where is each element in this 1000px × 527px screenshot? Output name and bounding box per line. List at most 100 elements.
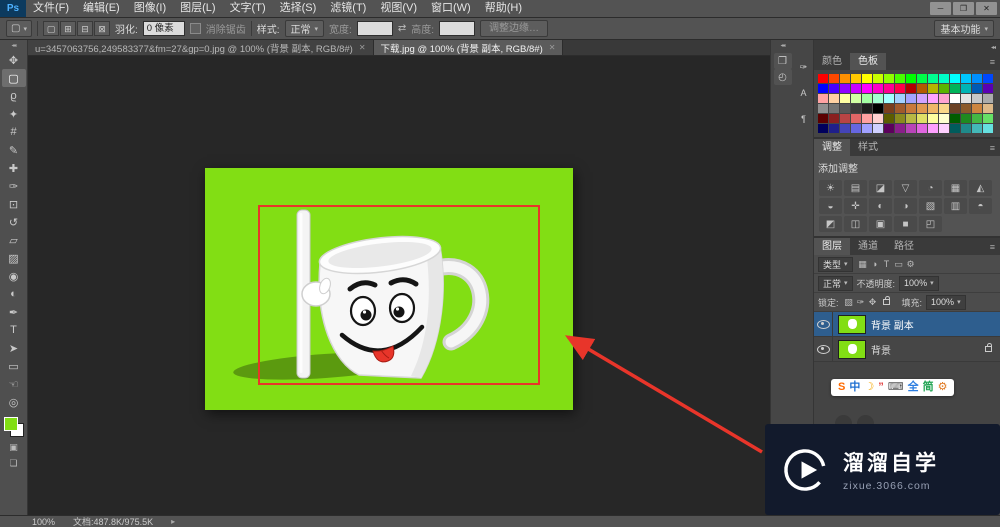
color-swatch[interactable]	[873, 74, 883, 83]
paragraph-panel-icon[interactable]: ¶	[796, 112, 812, 126]
color-swatch[interactable]	[873, 94, 883, 103]
color-swatch[interactable]	[939, 84, 949, 93]
color-swatch[interactable]	[818, 74, 828, 83]
close-icon[interactable]	[549, 42, 556, 53]
close-icon[interactable]	[359, 42, 366, 53]
adjustment-icon[interactable]: ▧	[919, 198, 942, 214]
adjustment-icon[interactable]: ▦	[944, 180, 967, 196]
color-chips[interactable]	[4, 417, 24, 437]
brush-panel-icon[interactable]: ✑	[796, 60, 812, 74]
properties-panel-icon[interactable]: ◴	[774, 69, 792, 85]
color-swatch[interactable]	[950, 74, 960, 83]
sogou-logo-icon[interactable]: S	[838, 379, 845, 396]
color-swatch[interactable]	[862, 74, 872, 83]
workspace-switcher[interactable]: 基本功能 ▾	[934, 20, 994, 37]
eraser-tool[interactable]: ▱	[2, 231, 26, 249]
lock-option-icon[interactable]: ✑	[855, 297, 867, 308]
color-swatch[interactable]	[818, 114, 828, 123]
color-swatch[interactable]	[840, 74, 850, 83]
menu-item[interactable]: 文字(T)	[223, 0, 273, 17]
menu-item[interactable]: 图像(I)	[127, 0, 173, 17]
moon-icon[interactable]: ☽	[864, 379, 874, 396]
color-swatch[interactable]	[895, 84, 905, 93]
quick-selection-tool[interactable]: ✦	[2, 105, 26, 123]
color-swatch[interactable]	[917, 104, 927, 113]
color-swatch[interactable]	[983, 114, 993, 123]
color-swatch[interactable]	[818, 104, 828, 113]
color-swatch[interactable]	[928, 94, 938, 103]
status-expand-icon[interactable]: ▸	[171, 517, 175, 526]
adjustment-icon[interactable]: ◐	[869, 198, 892, 214]
color-swatch[interactable]	[917, 124, 927, 133]
color-swatch[interactable]	[972, 114, 982, 123]
color-swatch[interactable]	[851, 84, 861, 93]
zoom-tool[interactable]: ◎	[2, 393, 26, 411]
adjustment-icon[interactable]: ☀	[819, 180, 842, 196]
color-swatch[interactable]	[950, 94, 960, 103]
color-swatch[interactable]	[939, 114, 949, 123]
color-swatch[interactable]	[851, 114, 861, 123]
menu-item[interactable]: 文件(F)	[26, 0, 76, 17]
rect-marquee-tool[interactable]: ▢	[2, 69, 26, 87]
adjustment-icon[interactable]: ▥	[944, 198, 967, 214]
adjustment-icon[interactable]: ◰	[919, 216, 942, 232]
color-swatch[interactable]	[928, 84, 938, 93]
collapse-toolbar-icon[interactable]: ◂◂	[11, 42, 15, 49]
color-swatch[interactable]	[906, 94, 916, 103]
dodge-tool[interactable]: ◐	[2, 285, 26, 303]
filter-type-icon[interactable]: ▦	[857, 259, 869, 270]
color-swatch[interactable]	[928, 104, 938, 113]
fullwidth-icon[interactable]: 全	[908, 379, 919, 396]
pen-tool[interactable]: ✒	[2, 303, 26, 321]
color-swatch[interactable]	[961, 74, 971, 83]
color-swatch[interactable]	[939, 94, 949, 103]
menu-item[interactable]: 图层(L)	[173, 0, 222, 17]
color-swatch[interactable]	[895, 124, 905, 133]
crop-tool[interactable]: #	[2, 123, 26, 141]
color-swatch[interactable]	[983, 104, 993, 113]
adjustment-icon[interactable]: ◓	[969, 198, 992, 214]
path-selection-tool[interactable]: ➤	[2, 339, 26, 357]
color-swatch[interactable]	[873, 114, 883, 123]
lock-option-icon[interactable]: ▨	[843, 297, 855, 308]
color-swatch[interactable]	[873, 124, 883, 133]
color-swatch[interactable]	[884, 84, 894, 93]
refine-edge-button[interactable]: 调整边缘…	[480, 20, 548, 37]
screen-mode-icon[interactable]: ❏	[9, 458, 17, 469]
color-swatch[interactable]	[906, 124, 916, 133]
color-swatch[interactable]	[884, 94, 894, 103]
antialias-checkbox[interactable]	[190, 23, 201, 34]
color-swatch[interactable]	[950, 84, 960, 93]
color-swatch[interactable]	[983, 84, 993, 93]
maximize-button[interactable]: ❐	[953, 2, 974, 15]
color-swatch[interactable]	[873, 84, 883, 93]
color-swatch[interactable]	[873, 104, 883, 113]
panel-tab[interactable]: 颜色	[814, 53, 850, 70]
color-swatch[interactable]	[906, 84, 916, 93]
color-swatch[interactable]	[961, 94, 971, 103]
color-swatch[interactable]	[840, 114, 850, 123]
color-swatch[interactable]	[862, 94, 872, 103]
selection-mode-button[interactable]: ▢	[43, 21, 59, 36]
shape-tool[interactable]: ▭	[2, 357, 26, 375]
menu-item[interactable]: 选择(S)	[273, 0, 324, 17]
lasso-tool[interactable]: ϱ	[2, 87, 26, 105]
adjustment-icon[interactable]: ◭	[969, 180, 992, 196]
panel-tab[interactable]: 色板	[850, 53, 886, 70]
zoom-level[interactable]: 100%	[32, 517, 55, 527]
lock-option-icon[interactable]: ✥	[867, 297, 879, 308]
color-swatch[interactable]	[851, 74, 861, 83]
color-swatch[interactable]	[961, 104, 971, 113]
blend-mode-dropdown[interactable]: 正常 ▾	[818, 276, 853, 291]
menu-item[interactable]: 视图(V)	[373, 0, 424, 17]
panel-tab[interactable]: 调整	[814, 139, 850, 156]
color-swatch[interactable]	[818, 84, 828, 93]
filter-type-icon[interactable]: ▭	[893, 259, 905, 270]
lock-all-icon[interactable]	[883, 299, 890, 305]
color-swatch[interactable]	[961, 84, 971, 93]
color-swatch[interactable]	[906, 114, 916, 123]
color-swatch[interactable]	[917, 84, 927, 93]
panel-menu-icon[interactable]: ≡	[990, 242, 995, 252]
document-tab[interactable]: 下载.jpg @ 100% (背景 副本, RGB/8#)	[374, 40, 564, 55]
filter-kind-dropdown[interactable]: 类型 ▾	[818, 257, 853, 272]
